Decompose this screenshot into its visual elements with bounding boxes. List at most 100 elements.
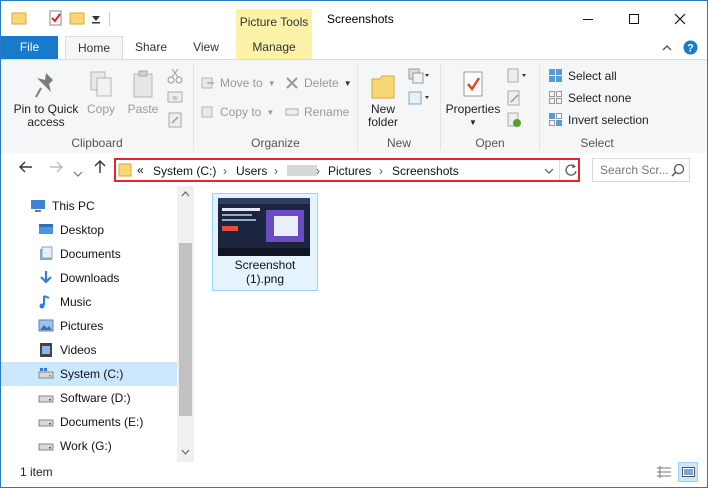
tab-file[interactable]: File bbox=[1, 36, 58, 59]
properties-icon bbox=[463, 71, 483, 97]
invert-selection-label: Invert selection bbox=[568, 112, 649, 127]
copy-button[interactable]: Copy bbox=[83, 70, 119, 116]
maximize-button[interactable] bbox=[611, 1, 657, 36]
redacted-username[interactable] bbox=[287, 165, 317, 176]
search-icon bbox=[671, 163, 685, 177]
new-folder-icon bbox=[371, 75, 395, 99]
rename-icon bbox=[285, 108, 299, 116]
properties-button[interactable]: Properties ▼ bbox=[443, 70, 503, 129]
screenshot-thumbnail bbox=[218, 198, 310, 256]
breadcrumb-separator: › bbox=[223, 164, 227, 178]
tab-manage[interactable]: Manage bbox=[236, 36, 312, 59]
file-item[interactable]: Screenshot (1).png bbox=[212, 193, 318, 291]
nav-item-this-pc[interactable]: This PC bbox=[1, 194, 177, 218]
large-icons-view-icon bbox=[682, 467, 695, 477]
copy-to-label: Copy to bbox=[220, 105, 262, 119]
select-group-label: Select bbox=[580, 136, 614, 150]
drive-icon bbox=[38, 395, 54, 403]
search-box[interactable]: Search Scr... bbox=[592, 158, 690, 182]
open-icon[interactable] bbox=[506, 68, 528, 84]
navigation-bar: « System (C:) › Users › › Pictures › Scr… bbox=[1, 153, 707, 186]
copy-path-icon[interactable]: w bbox=[167, 90, 183, 104]
large-icons-view-button[interactable] bbox=[678, 462, 698, 482]
nav-item-work-g[interactable]: Work (G:) bbox=[1, 434, 177, 458]
breadcrumb-screenshots[interactable]: Screenshots bbox=[392, 164, 459, 178]
breadcrumb-system-c[interactable]: System (C:) bbox=[153, 164, 216, 178]
pc-icon bbox=[31, 200, 45, 212]
nav-item-pictures[interactable]: Pictures bbox=[1, 314, 177, 338]
paste-button[interactable]: Paste bbox=[124, 70, 162, 116]
close-button[interactable] bbox=[657, 1, 703, 36]
tab-share[interactable]: Share bbox=[123, 36, 179, 59]
status-bar: 1 item bbox=[1, 462, 707, 487]
tab-home[interactable]: Home bbox=[65, 36, 123, 60]
properties-check-icon[interactable] bbox=[48, 10, 64, 26]
nav-item-label: Videos bbox=[60, 343, 97, 357]
nav-item-software-d[interactable]: Software (D:) bbox=[1, 386, 177, 410]
select-none-button[interactable]: Select none bbox=[548, 90, 631, 105]
easy-access-icon[interactable] bbox=[408, 90, 430, 106]
desktop-icon bbox=[39, 224, 53, 234]
navigation-scrollbar[interactable] bbox=[177, 186, 194, 462]
new-item-icon[interactable] bbox=[408, 68, 430, 84]
scroll-up-icon[interactable] bbox=[181, 191, 190, 197]
paste-label: Paste bbox=[127, 102, 159, 116]
forward-arrow-icon bbox=[50, 161, 63, 173]
history-icon[interactable] bbox=[506, 112, 522, 128]
breadcrumb-overflow[interactable]: « bbox=[137, 163, 144, 177]
tab-view[interactable]: View bbox=[181, 36, 231, 59]
help-icon[interactable]: ? bbox=[683, 40, 698, 55]
copy-label: Copy bbox=[86, 102, 115, 116]
back-arrow-icon bbox=[19, 161, 32, 173]
forward-button[interactable] bbox=[48, 159, 64, 180]
select-all-icon bbox=[549, 69, 562, 82]
pin-icon bbox=[35, 73, 53, 98]
paste-shortcut-icon[interactable] bbox=[167, 112, 183, 128]
nav-item-label: Software (D:) bbox=[60, 391, 131, 405]
nav-item-documents-e[interactable]: Documents (E:) bbox=[1, 410, 177, 434]
nav-item-label: Documents bbox=[60, 247, 121, 261]
up-arrow-icon bbox=[94, 160, 106, 173]
move-to-button[interactable]: Move to ▼ bbox=[201, 76, 276, 90]
rename-button[interactable]: Rename bbox=[285, 105, 349, 119]
details-view-icon[interactable] bbox=[655, 464, 673, 480]
svg-text:?: ? bbox=[687, 43, 694, 55]
nav-item-documents[interactable]: Documents bbox=[1, 242, 177, 266]
new-folder-quick-icon[interactable] bbox=[69, 10, 85, 26]
breadcrumb-pictures[interactable]: Pictures bbox=[328, 164, 371, 178]
address-bar[interactable]: « System (C:) › Users › › Pictures › Scr… bbox=[114, 158, 580, 182]
nav-item-videos[interactable]: Videos bbox=[1, 338, 177, 362]
recent-locations-button[interactable] bbox=[73, 165, 83, 183]
documents-icon bbox=[40, 246, 53, 260]
nav-item-downloads[interactable]: Downloads bbox=[1, 266, 177, 290]
item-count: 1 item bbox=[20, 465, 53, 479]
invert-selection-button[interactable]: Invert selection bbox=[548, 112, 649, 127]
minimize-button[interactable] bbox=[565, 1, 611, 36]
refresh-icon[interactable] bbox=[564, 163, 578, 177]
copy-to-button[interactable]: Copy to ▼ bbox=[201, 105, 274, 119]
select-all-button[interactable]: Select all bbox=[548, 68, 617, 83]
edit-icon[interactable] bbox=[506, 90, 522, 106]
pin-to-quick-access-button[interactable]: Pin to Quick access bbox=[11, 70, 81, 129]
nav-item-label: Desktop bbox=[60, 223, 105, 237]
back-button[interactable] bbox=[18, 159, 34, 180]
nav-item-label: This PC bbox=[52, 199, 95, 213]
delete-button[interactable]: Delete ▼ bbox=[285, 76, 352, 90]
nav-item-system-c[interactable]: System (C:) bbox=[1, 362, 177, 386]
address-history-icon[interactable] bbox=[544, 167, 554, 175]
open-group-label: Open bbox=[475, 136, 505, 150]
customize-toolbar-icon[interactable] bbox=[91, 10, 101, 26]
breadcrumb-users[interactable]: Users bbox=[236, 164, 267, 178]
cut-icon[interactable] bbox=[167, 68, 183, 84]
scroll-down-icon[interactable] bbox=[181, 449, 190, 455]
up-button[interactable] bbox=[92, 159, 108, 180]
scrollbar-thumb[interactable] bbox=[179, 243, 192, 416]
videos-icon bbox=[40, 343, 52, 357]
collapse-ribbon-icon[interactable] bbox=[661, 42, 673, 54]
new-folder-button[interactable]: New folder bbox=[363, 70, 403, 129]
nav-item-label: Downloads bbox=[60, 271, 120, 285]
nav-item-music[interactable]: Music bbox=[1, 290, 177, 314]
delete-label: Delete bbox=[304, 76, 339, 90]
nav-item-desktop[interactable]: Desktop bbox=[1, 218, 177, 242]
organize-group-label: Organize bbox=[251, 136, 300, 150]
